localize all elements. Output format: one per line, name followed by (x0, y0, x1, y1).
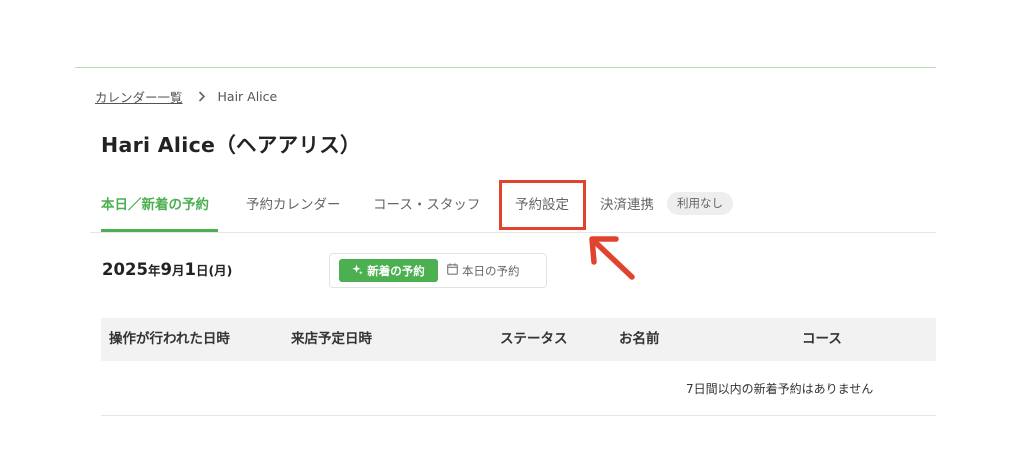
tab-today-new-reservations[interactable]: 本日／新着の予約 (101, 188, 209, 232)
tab-course-staff[interactable]: コース・スタッフ (373, 188, 480, 232)
new-reservations-button[interactable]: 新着の予約 (339, 259, 438, 282)
date-day: 1 (184, 260, 196, 279)
calendar-icon (447, 263, 458, 278)
tabs-divider (90, 232, 936, 233)
breadcrumb-calendar-list-link[interactable]: カレンダー一覧 (95, 87, 183, 106)
reservations-table-header: 操作が行われた日時 来店予定日時 ステータス お名前 コース (101, 318, 936, 361)
date-month: 9 (160, 260, 172, 279)
annotation-arrow-icon (589, 236, 635, 280)
empty-table-message: 7日間以内の新着予約はありません (686, 382, 874, 396)
date-year: 2025 (102, 260, 148, 279)
column-header-course: コース (802, 331, 842, 347)
top-divider (75, 67, 936, 68)
breadcrumb: カレンダー一覧 Hair Alice (95, 87, 277, 105)
tab-reservation-calendar[interactable]: 予約カレンダー (246, 188, 341, 232)
breadcrumb-current: Hair Alice (217, 88, 278, 104)
chevron-right-icon (198, 90, 206, 102)
highlight-box (499, 180, 586, 230)
table-bottom-divider (101, 415, 936, 416)
reservation-view-toggle: 新着の予約 本日の予約 (329, 253, 547, 288)
current-date: 2025年9月1日(月) (102, 260, 232, 279)
date-weekday: (月) (208, 263, 233, 278)
column-header-status: ステータス (500, 331, 568, 347)
date-year-suffix: 年 (147, 263, 161, 278)
new-reservations-label: 新着の予約 (367, 263, 425, 278)
sparkle-icon (352, 264, 363, 278)
payment-status-badge: 利用なし (667, 192, 733, 215)
column-header-action-datetime: 操作が行われた日時 (109, 331, 230, 347)
today-reservations-button[interactable]: 本日の予約 (447, 259, 539, 282)
tab-payment-integration[interactable]: 決済連携 (600, 188, 654, 232)
page-title: Hari Alice（ヘアアリス） (101, 133, 361, 157)
today-reservations-label: 本日の予約 (462, 263, 520, 278)
column-header-name: お名前 (619, 331, 660, 347)
column-header-visit-datetime: 来店予定日時 (291, 331, 372, 347)
date-day-suffix: 日 (195, 263, 209, 278)
date-month-suffix: 月 (171, 263, 185, 278)
